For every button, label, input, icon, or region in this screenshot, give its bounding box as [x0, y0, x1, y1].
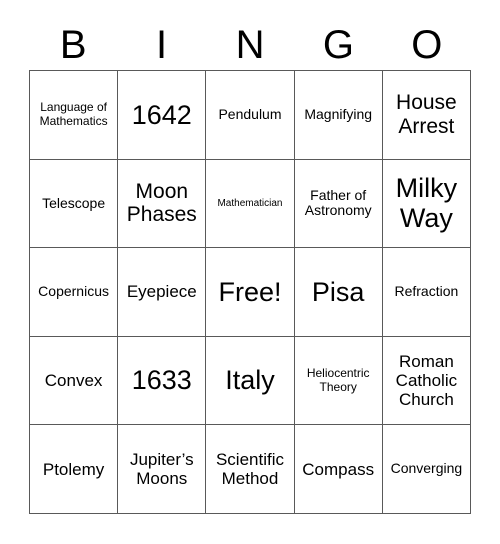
- bingo-cell-label: Moon Phases: [126, 179, 197, 227]
- bingo-cell-label: Converging: [390, 460, 463, 477]
- bingo-cell-label: Language of Mathematics: [39, 100, 108, 128]
- bingo-cell-label: Pendulum: [218, 105, 282, 122]
- bingo-header-letter-n: N: [235, 23, 265, 67]
- bingo-header-letter-g: G: [322, 23, 354, 67]
- bingo-cell-label: Milky Way: [395, 173, 458, 234]
- bingo-cell-r1-c2[interactable]: 1642: [118, 71, 207, 160]
- bingo-cell-r3-c2[interactable]: Eyepiece: [118, 248, 207, 337]
- bingo-cell-label: Compass: [302, 459, 375, 479]
- bingo-cell-r4-c5[interactable]: Roman Catholic Church: [382, 336, 471, 426]
- bingo-free-space-cell[interactable]: Free!: [206, 248, 295, 337]
- bingo-cell-r5-c3[interactable]: Scientific Method: [206, 425, 295, 514]
- bingo-header-row: BINGO: [29, 20, 471, 70]
- bingo-cell-r5-c2[interactable]: Jupiter’s Moons: [118, 425, 207, 514]
- bingo-cell-label: Free!: [218, 276, 282, 307]
- bingo-cell-r2-c1[interactable]: Telescope: [30, 159, 119, 249]
- bingo-cell-label: Convex: [44, 371, 103, 391]
- bingo-cell-label: Father of Astronomy: [304, 186, 372, 219]
- bingo-header-letter-o: O: [411, 23, 443, 67]
- bingo-cell-r2-c2[interactable]: Moon Phases: [118, 159, 207, 249]
- bingo-grid: Language of Mathematics 1642 Pendulum Magni…: [29, 70, 471, 514]
- bingo-cell-r3-c5[interactable]: Refraction: [382, 248, 471, 337]
- bingo-cell-label: Italy: [225, 365, 275, 396]
- bingo-cell-r4-c1[interactable]: Convex: [30, 336, 119, 426]
- bingo-cell-r1-c3[interactable]: Pendulum: [206, 71, 295, 160]
- bingo-cell-label: 1642: [131, 99, 192, 130]
- bingo-cell-label: Roman Catholic Church: [395, 352, 458, 410]
- bingo-cell-r5-c1[interactable]: Ptolemy: [30, 425, 119, 514]
- bingo-cell-r4-c3[interactable]: Italy: [206, 336, 295, 426]
- bingo-cell-label: Scientific Method: [215, 450, 284, 489]
- bingo-cell-label: 1633: [131, 365, 192, 396]
- bingo-cell-label: Refraction: [394, 283, 459, 300]
- bingo-cell-r1-c5[interactable]: House Arrest: [382, 71, 471, 160]
- bingo-cell-r3-c4[interactable]: Pisa: [294, 248, 383, 337]
- bingo-cell-r5-c4[interactable]: Compass: [294, 425, 383, 514]
- bingo-cell-r2-c3[interactable]: Mathematician: [206, 159, 295, 249]
- bingo-cell-label: Ptolemy: [42, 459, 105, 479]
- bingo-card: B I N G O Language of Mathematics 1642 Pendulu…: [0, 0, 500, 544]
- bingo-cell-label: Telescope: [42, 194, 106, 211]
- bingo-header-letter-b: B: [59, 23, 87, 67]
- bingo-cell-label: House Arrest: [396, 91, 457, 138]
- bingo-cell-r1-c4[interactable]: Magnifying: [294, 71, 383, 160]
- bingo-cell-label: Eyepiece: [126, 282, 197, 302]
- bingo-cell-label: Magnifying: [304, 105, 373, 122]
- bingo-cell-label: Jupiter’s Moons: [129, 450, 194, 489]
- bingo-header-letter-i: I: [156, 23, 168, 67]
- bingo-cell-r4-c2[interactable]: 1633: [118, 336, 207, 426]
- bingo-cell-label: Pisa: [311, 276, 365, 307]
- bingo-cell-label: Copernicus: [38, 283, 109, 300]
- bingo-cell-label: Heliocentric Theory: [306, 366, 370, 394]
- bingo-cell-r5-c5[interactable]: Converging: [382, 425, 471, 514]
- bingo-cell-label: Mathematician: [217, 197, 283, 209]
- bingo-cell-r3-c1[interactable]: Copernicus: [30, 248, 119, 337]
- bingo-cell-r4-c4[interactable]: Heliocentric Theory: [294, 336, 383, 426]
- bingo-cell-r2-c5[interactable]: Milky Way: [382, 159, 471, 249]
- bingo-cell-r2-c4[interactable]: Father of Astronomy: [294, 159, 383, 249]
- bingo-cell-r1-c1[interactable]: Language of Mathematics: [30, 71, 119, 160]
